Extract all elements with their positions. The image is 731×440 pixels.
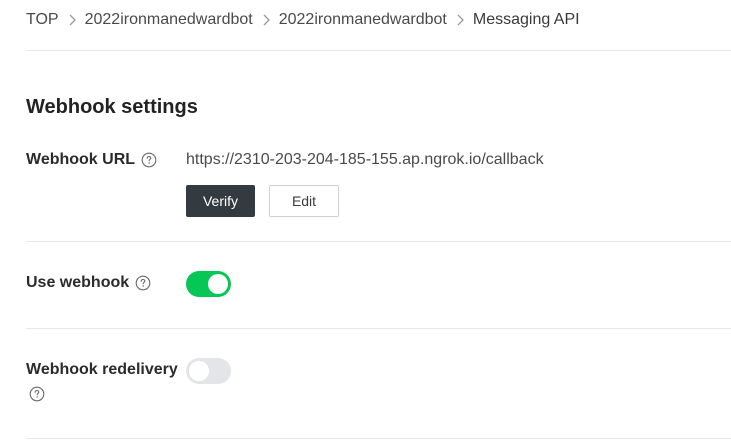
divider (26, 328, 731, 329)
verify-button[interactable]: Verify (186, 185, 255, 217)
breadcrumb-item-top[interactable]: TOP (26, 11, 59, 29)
chevron-right-icon (59, 11, 85, 29)
help-icon[interactable] (141, 152, 157, 168)
webhook-redelivery-label: Webhook redelivery (26, 361, 178, 378)
breadcrumb-item-channel[interactable]: 2022ironmanedwardbot (279, 11, 447, 29)
toggle-knob (189, 361, 209, 381)
webhook-redelivery-toggle[interactable] (186, 358, 231, 384)
chevron-right-icon (253, 11, 279, 29)
use-webhook-toggle[interactable] (186, 271, 231, 297)
divider (26, 50, 731, 51)
divider (26, 241, 731, 242)
breadcrumb-item-current: Messaging API (472, 11, 580, 28)
use-webhook-label-group: Use webhook (26, 274, 151, 292)
breadcrumb-item-provider[interactable]: 2022ironmanedwardbot (85, 11, 253, 29)
page: TOP 2022ironmanedwardbot 2022ironmanedwa… (0, 0, 731, 440)
section-title: Webhook settings (26, 96, 198, 118)
divider (26, 438, 731, 439)
webhook-url-label: Webhook URL (26, 151, 136, 168)
use-webhook-label: Use webhook (26, 274, 130, 291)
chevron-right-icon (447, 11, 473, 29)
edit-button[interactable]: Edit (269, 185, 339, 217)
help-icon[interactable] (29, 386, 45, 402)
webhook-url-value: https://2310-203-204-185-155.ap.ngrok.io… (186, 151, 544, 168)
webhook-url-label-group: Webhook URL (26, 151, 157, 169)
toggle-knob (208, 274, 228, 294)
breadcrumb: TOP 2022ironmanedwardbot 2022ironmanedwa… (26, 0, 580, 40)
help-icon[interactable] (135, 275, 151, 291)
